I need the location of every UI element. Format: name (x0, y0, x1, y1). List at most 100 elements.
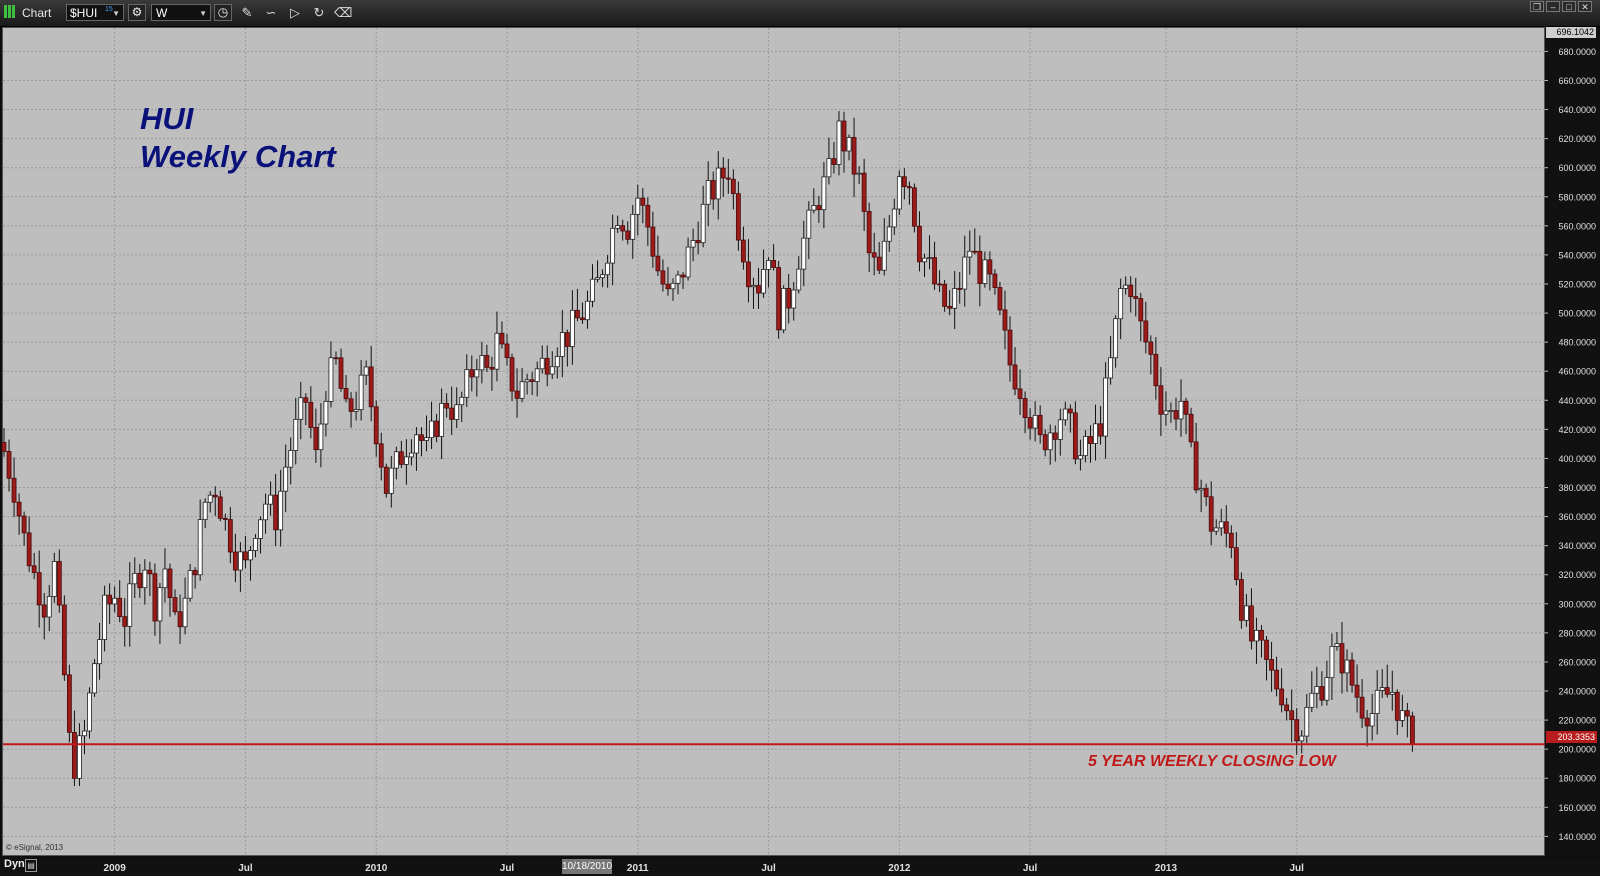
candle-up (1244, 605, 1249, 621)
candle-down (117, 597, 123, 618)
candle-up (1254, 629, 1259, 642)
candle-down (1148, 341, 1154, 355)
candle-up (982, 259, 988, 284)
candle-down (1173, 410, 1179, 420)
candle-up (1218, 521, 1224, 529)
candle-up (967, 250, 973, 258)
candle-up (97, 639, 102, 665)
y-tick-label: 560.0000 (1558, 221, 1596, 231)
candle-up (856, 172, 862, 175)
candle-down (56, 561, 62, 606)
candle-up (615, 225, 621, 229)
candle-up (811, 205, 817, 211)
candle-down (1042, 434, 1048, 451)
candle-up (268, 494, 273, 505)
candle-down (222, 517, 228, 520)
candle-down (1359, 696, 1365, 719)
candle-down (992, 273, 998, 288)
candle-down (841, 120, 847, 152)
candle-up (454, 404, 460, 420)
candle-down (1279, 688, 1285, 706)
candle-down (338, 357, 344, 389)
candle-up (1118, 288, 1124, 320)
candle-down (680, 274, 686, 278)
candle-down (942, 283, 948, 307)
candle-down (640, 197, 646, 206)
y-tick-label: 400.0000 (1558, 454, 1596, 464)
candle-down (1284, 704, 1290, 712)
candle-down (313, 427, 319, 451)
dyn-label[interactable]: Dyn (4, 858, 25, 870)
candle-down (831, 158, 837, 165)
candle-down (730, 178, 736, 195)
candle-down (987, 259, 993, 275)
candle-down (212, 494, 218, 498)
candle-down (434, 420, 439, 437)
candle-up (409, 452, 414, 458)
candle-down (61, 604, 67, 676)
y-tick-label: 640.0000 (1558, 105, 1596, 115)
candle-down (580, 317, 585, 321)
candle-down (1339, 643, 1345, 674)
candle-up (519, 381, 525, 399)
candle-up (1213, 527, 1219, 532)
candle-down (1143, 320, 1149, 343)
candle-up (1178, 400, 1184, 420)
candle-up (585, 300, 590, 321)
candle-down (444, 402, 450, 409)
y-tick-label: 580.0000 (1558, 192, 1596, 202)
candle-down (484, 355, 490, 368)
y-tick-label: 440.0000 (1558, 396, 1596, 406)
candle-up (248, 550, 253, 561)
candle-down (1002, 309, 1008, 331)
candle-up (459, 396, 465, 406)
candle-down (741, 239, 746, 263)
candle-up (1299, 735, 1305, 742)
candle-down (997, 287, 1003, 311)
candle-up (1309, 692, 1315, 708)
chart-title-line2: Weekly Chart (140, 139, 336, 174)
candle-up (474, 369, 480, 378)
candle-down (645, 204, 651, 228)
candle-up (605, 262, 610, 276)
candle-up (962, 256, 968, 290)
candle-up (886, 226, 892, 242)
candle-down (36, 572, 42, 606)
y-tick-label: 500.0000 (1558, 309, 1596, 319)
candle-down (1037, 414, 1043, 436)
candle-up (238, 551, 243, 571)
candle-up (630, 213, 636, 240)
candle-up (414, 434, 419, 454)
candle-up (1389, 692, 1395, 695)
candle-up (1057, 419, 1063, 440)
candle-down (499, 332, 505, 345)
dyn-settings-icon[interactable]: ▤ (25, 859, 37, 872)
candle-down (1158, 385, 1164, 415)
candle-down (1294, 719, 1300, 742)
candle-down (41, 604, 47, 618)
candle-down (851, 137, 857, 175)
candle-down (1410, 715, 1415, 745)
candle-down (665, 283, 671, 290)
candle-down (308, 401, 314, 428)
candle-down (1022, 398, 1028, 419)
candle-down (735, 193, 741, 241)
candle-down (368, 366, 374, 408)
candle-down (31, 565, 37, 574)
candle-up (1108, 357, 1113, 379)
candle-up (891, 208, 897, 228)
candle-down (1319, 686, 1325, 701)
candle-down (172, 597, 178, 613)
candle-down (343, 388, 349, 400)
candle-up (700, 203, 706, 244)
candle-up (1078, 455, 1083, 460)
candle-down (217, 496, 223, 519)
candle-down (620, 225, 626, 232)
candle-down (650, 226, 656, 257)
candle-down (544, 357, 550, 375)
candle-down (1027, 417, 1033, 429)
candle-up (569, 309, 575, 347)
candle-up (670, 282, 676, 290)
y-tick-label: 620.0000 (1558, 134, 1596, 144)
candle-down (378, 443, 384, 468)
